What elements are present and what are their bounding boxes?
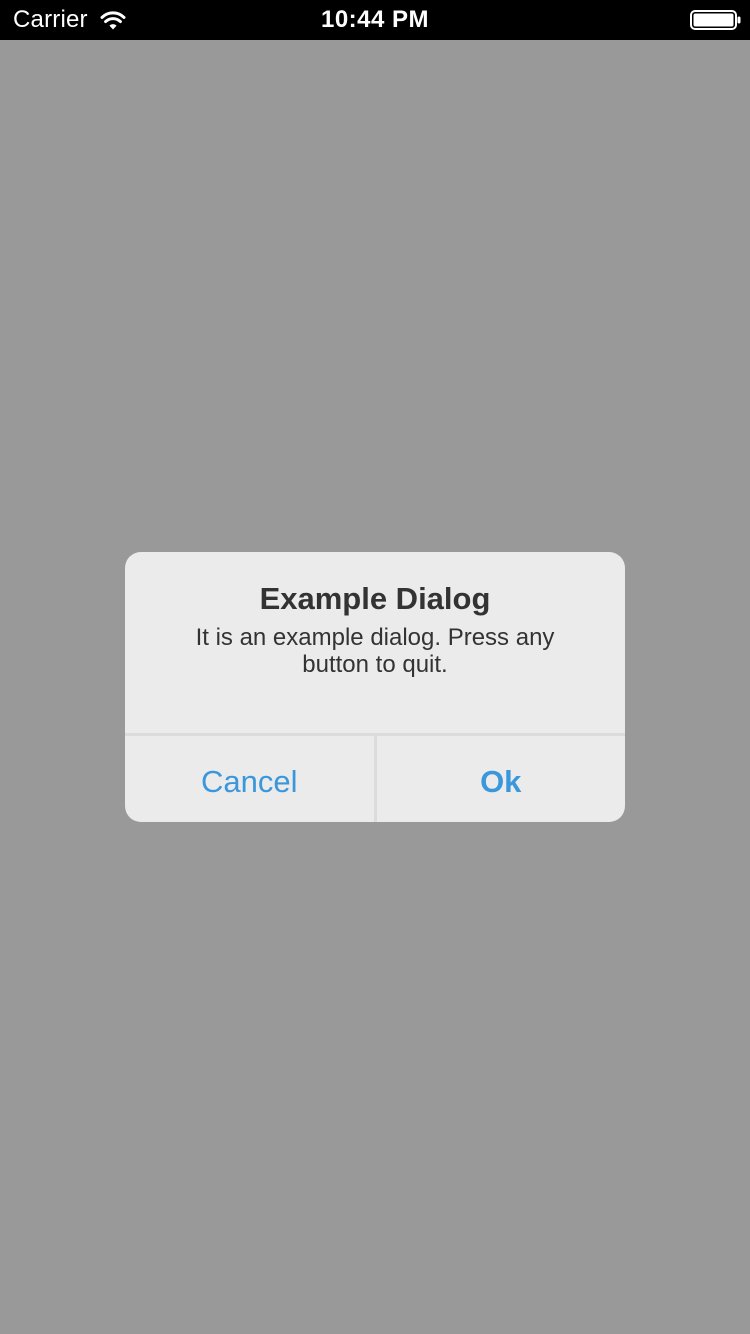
status-time: 10:44 PM <box>320 6 430 33</box>
dialog-message: It is an example dialog. Press any butto… <box>195 624 555 678</box>
status-bar: Carrier 10:44 PM <box>0 0 750 40</box>
dialog-button-row: Cancel Ok <box>125 733 625 822</box>
ok-button[interactable]: Ok <box>373 736 626 822</box>
app-screen: Carrier 10:44 PM Example Dialog It is an… <box>0 0 750 1334</box>
cancel-button[interactable]: Cancel <box>125 736 374 822</box>
dialog-title: Example Dialog <box>259 581 491 616</box>
example-dialog: Example Dialog It is an example dialog. … <box>125 552 625 822</box>
battery-icon <box>690 10 741 30</box>
